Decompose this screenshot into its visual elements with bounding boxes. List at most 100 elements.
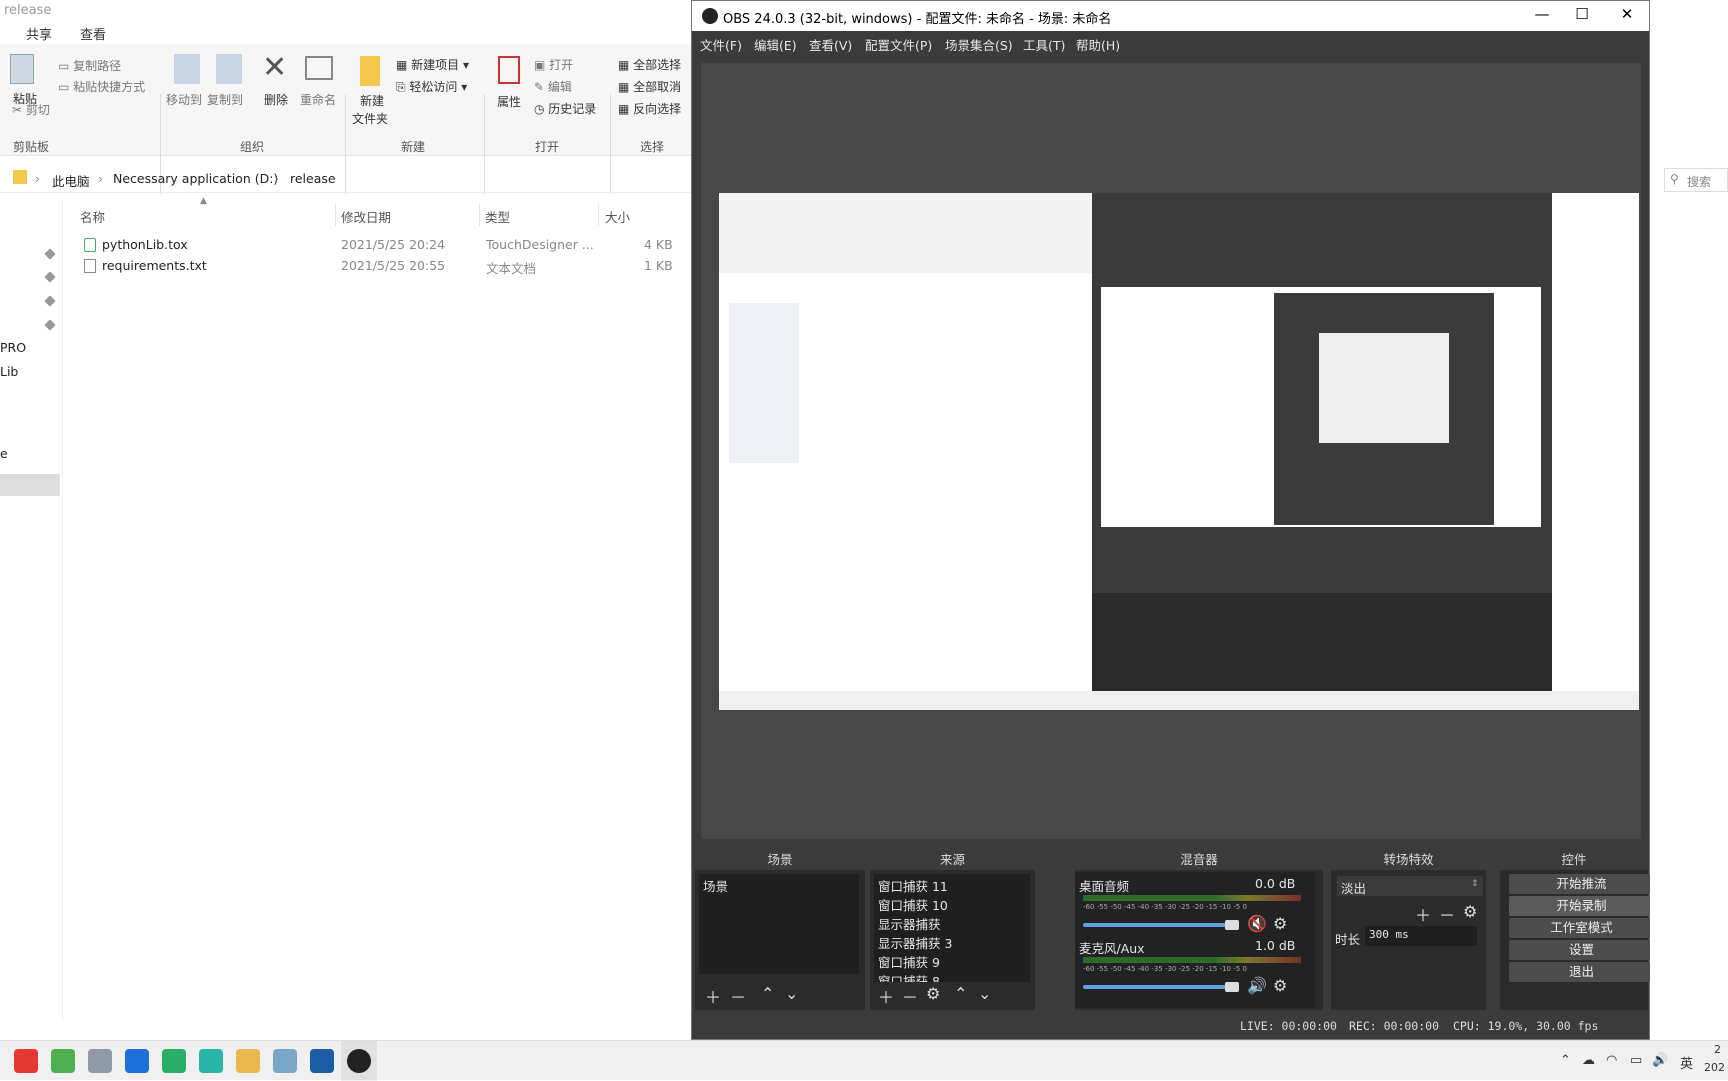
gear-icon[interactable]: ⚙ <box>926 984 940 1003</box>
ime-indicator[interactable]: 英 <box>1680 1053 1693 1072</box>
close-icon[interactable]: ✕ <box>1607 5 1647 27</box>
add-icon[interactable]: ＋ <box>705 984 721 1008</box>
easy-access-button[interactable]: ⎘ 轻松访问 ▾ <box>396 78 467 95</box>
menu-edit[interactable]: 编辑(E) <box>754 35 797 54</box>
menu-profile[interactable]: 配置文件(P) <box>865 35 932 54</box>
list-item[interactable]: 显示器捕获 <box>878 914 941 933</box>
properties-button[interactable]: 属性 <box>497 93 521 110</box>
chrome-icon[interactable] <box>51 1049 75 1073</box>
preview-canvas[interactable] <box>701 63 1641 839</box>
gear-icon[interactable]: ⚙ <box>1273 914 1287 933</box>
nav-item-selected[interactable] <box>0 474 60 496</box>
clock-date[interactable]: 202 <box>1704 1061 1725 1074</box>
cloud-icon[interactable]: ☁ <box>1582 1053 1595 1068</box>
volume-icon[interactable]: 🔊 <box>1652 1053 1668 1068</box>
duration-input[interactable]: 300 ms <box>1365 926 1477 946</box>
menu-file[interactable]: 文件(F) <box>700 35 742 54</box>
nav-item[interactable]: PRO <box>0 340 26 355</box>
edit-button[interactable]: ✎ 编辑 <box>534 78 572 95</box>
paste-shortcut-button[interactable]: ▭ 粘贴快捷方式 <box>58 78 145 95</box>
cut-button[interactable]: ✂ 剪切 <box>12 101 50 118</box>
scenes-list[interactable]: 场景 <box>699 874 859 974</box>
obs-icon[interactable] <box>347 1049 371 1073</box>
notes-icon[interactable] <box>273 1049 297 1073</box>
add-icon[interactable]: ＋ <box>1415 902 1431 926</box>
gear-icon[interactable]: ⚙ <box>1463 902 1477 921</box>
tab-share[interactable]: 共享 <box>26 24 52 43</box>
wifi-icon[interactable]: ◠ <box>1606 1053 1617 1068</box>
transition-select[interactable]: 淡出 ⇕ <box>1337 876 1483 896</box>
move-down-icon[interactable]: ⌄ <box>978 984 991 1003</box>
battery-icon[interactable]: ▭ <box>1630 1053 1642 1068</box>
clock-time[interactable]: 2 <box>1714 1043 1721 1056</box>
tab-view[interactable]: 查看 <box>80 24 106 43</box>
list-item[interactable]: 窗口捕获 8 <box>878 971 940 982</box>
volume-slider-handle[interactable] <box>1225 920 1239 930</box>
breadcrumb-this-pc[interactable]: 此电脑 <box>52 171 90 190</box>
sources-list[interactable]: 窗口捕获 11 窗口捕获 10 显示器捕获 显示器捕获 3 窗口捕获 9 窗口捕… <box>874 874 1030 982</box>
select-none-button[interactable]: ▦ 全部取消 <box>618 78 681 95</box>
delete-button[interactable]: 删除 <box>264 91 288 108</box>
list-item[interactable]: 窗口捕获 11 <box>878 876 948 895</box>
column-name[interactable]: 名称 <box>80 207 105 226</box>
visio-icon[interactable] <box>310 1049 334 1073</box>
feishu-icon[interactable] <box>125 1049 149 1073</box>
volume-slider[interactable] <box>1083 923 1233 927</box>
chevron-up-icon[interactable]: ⌃ <box>1560 1053 1571 1068</box>
move-down-icon[interactable]: ⌄ <box>785 984 798 1003</box>
list-item[interactable]: 显示器捕获 3 <box>878 933 952 952</box>
move-to-button[interactable]: 移动到 <box>166 91 202 108</box>
nav-item[interactable]: Lib <box>0 364 18 379</box>
remove-icon[interactable]: － <box>730 984 746 1008</box>
move-up-icon[interactable]: ⌃ <box>761 984 774 1003</box>
remove-icon[interactable]: － <box>1439 902 1455 926</box>
breadcrumb-drive[interactable]: Necessary application (D:) <box>113 171 278 186</box>
volume-slider-handle[interactable] <box>1225 982 1239 992</box>
column-date[interactable]: 修改日期 <box>341 207 391 226</box>
table-row[interactable]: requirements.txt 2021/5/25 20:55 文本文档 1 … <box>60 257 700 277</box>
wechat-icon[interactable] <box>162 1049 186 1073</box>
exit-button[interactable]: 退出 <box>1509 962 1654 982</box>
muted-speaker-icon[interactable]: 🔇 <box>1247 914 1267 933</box>
gear-icon[interactable]: ⚙ <box>1273 976 1287 995</box>
volume-slider[interactable] <box>1083 985 1233 989</box>
youdao-icon[interactable] <box>14 1049 38 1073</box>
history-button[interactable]: ◷ 历史记录 <box>534 100 596 117</box>
app-icon[interactable] <box>88 1049 112 1073</box>
touchdesigner-icon[interactable] <box>199 1049 223 1073</box>
new-folder-button-line2[interactable]: 文件夹 <box>352 110 388 127</box>
move-up-icon[interactable]: ⌃ <box>954 984 967 1003</box>
menu-view[interactable]: 查看(V) <box>809 35 852 54</box>
start-streaming-button[interactable]: 开始推流 <box>1509 874 1654 894</box>
add-icon[interactable]: ＋ <box>878 984 894 1008</box>
remove-icon[interactable]: － <box>902 984 918 1008</box>
nav-item[interactable]: e <box>0 446 8 461</box>
breadcrumb-release[interactable]: release <box>290 171 336 186</box>
list-item[interactable]: 窗口捕获 10 <box>878 895 948 914</box>
settings-button[interactable]: 设置 <box>1509 940 1654 960</box>
studio-mode-button[interactable]: 工作室模式 <box>1509 918 1654 938</box>
invert-selection-button[interactable]: ▦ 反向选择 <box>618 100 681 117</box>
nested-sidebar <box>729 303 799 463</box>
minimize-icon[interactable]: — <box>1522 5 1562 27</box>
files-icon[interactable] <box>236 1049 260 1073</box>
start-recording-button[interactable]: 开始录制 <box>1509 896 1654 916</box>
list-item[interactable]: 场景 <box>703 876 728 895</box>
speaker-icon[interactable]: 🔊 <box>1247 976 1267 995</box>
address-bar[interactable]: › 此电脑 › Necessary application (D:) › rel… <box>0 163 700 193</box>
select-all-button[interactable]: ▦ 全部选择 <box>618 56 681 73</box>
menu-help[interactable]: 帮助(H) <box>1076 35 1120 54</box>
new-folder-button[interactable]: 新建 <box>360 92 384 109</box>
open-button[interactable]: ▣ 打开 <box>534 56 573 73</box>
copy-path-button[interactable]: ▭ 复制路径 <box>58 57 121 74</box>
table-row[interactable]: pythonLib.tox 2021/5/25 20:24 TouchDesig… <box>60 236 700 256</box>
copy-to-button[interactable]: 复制到 <box>207 91 243 108</box>
menu-tools[interactable]: 工具(T) <box>1023 35 1065 54</box>
new-item-button[interactable]: ▦ 新建项目 ▾ <box>396 56 469 73</box>
menu-scene-collection[interactable]: 场景集合(S) <box>945 35 1013 54</box>
column-size[interactable]: 大小 <box>605 207 630 226</box>
rename-button[interactable]: 重命名 <box>300 91 336 108</box>
column-type[interactable]: 类型 <box>485 207 510 226</box>
list-item[interactable]: 窗口捕获 9 <box>878 952 940 971</box>
maximize-icon[interactable]: ☐ <box>1562 5 1602 27</box>
